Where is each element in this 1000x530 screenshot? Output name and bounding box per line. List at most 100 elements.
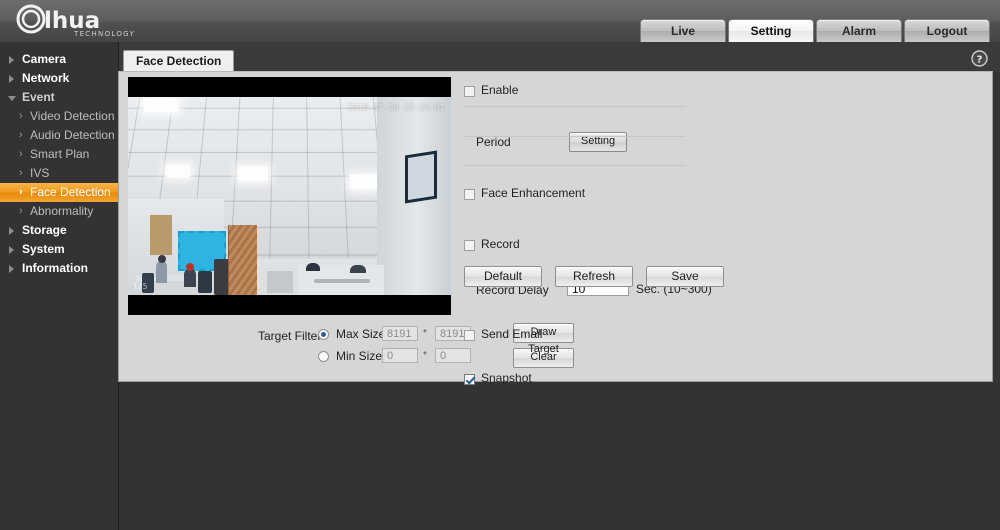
record-label: Record (481, 237, 520, 251)
triangle-right-icon (9, 246, 14, 254)
face-enhancement-label: Face Enhancement (481, 186, 586, 200)
sidebar-label-information: Information (22, 261, 88, 275)
max-size-width-input[interactable]: 8191 (382, 326, 418, 341)
default-button[interactable]: Default (464, 266, 542, 287)
checkbox-enable[interactable] (464, 86, 475, 97)
snapshot-label: Snapshot (481, 371, 532, 385)
person-head (158, 255, 166, 263)
record-row: Record (464, 236, 984, 258)
max-size-label: Max Size (336, 327, 386, 341)
chevron-right-icon: › (19, 167, 23, 179)
person-seated (156, 261, 167, 283)
sidebar-item-network[interactable]: Network (0, 69, 118, 88)
sidebar-label-storage: Storage (22, 223, 67, 237)
action-buttons: Default Refresh Save (464, 266, 724, 287)
person-head (186, 263, 194, 271)
chair (198, 271, 212, 293)
radio-min-size[interactable] (318, 351, 329, 362)
content-panel: 2018-07-30 15:24:01 1/5 Target Filter Ma… (118, 71, 993, 385)
chevron-right-icon: › (19, 129, 23, 141)
sidebar-label-network: Network (22, 71, 70, 85)
sidebar-item-ivs[interactable]: › IVS (0, 164, 118, 183)
sidebar-label-smart-plan: Smart Plan (30, 147, 90, 161)
triangle-right-icon (9, 75, 14, 83)
cabinet (150, 215, 172, 255)
chevron-right-icon: › (19, 186, 23, 198)
divider (464, 136, 686, 137)
top-nav: Live Setting Alarm Logout (640, 19, 990, 42)
tab-face-detection[interactable]: Face Detection (123, 50, 235, 72)
sidebar-label-event: Event (22, 90, 55, 104)
content-tabs: Face Detection (118, 50, 1000, 72)
face-enhancement-row: Face Enhancement (464, 185, 984, 207)
ceiling-lamp (350, 175, 380, 189)
radio-max-size[interactable] (318, 329, 329, 340)
sidebar-item-information[interactable]: Information (0, 259, 118, 278)
video-scene (128, 97, 451, 295)
snapshot-row: Snapshot (464, 370, 984, 392)
app-header: lhua TECHNOLOGY Live Setting Alarm Logou… (0, 0, 1000, 43)
face-detection-settings: Enable Period Setting Face Enhancement R… (464, 78, 984, 385)
sidebar-item-system[interactable]: System (0, 240, 118, 259)
sidebar-item-abnormality[interactable]: › Abnormality (0, 202, 118, 221)
svg-text:TECHNOLOGY: TECHNOLOGY (73, 30, 135, 38)
checkbox-record[interactable] (464, 240, 475, 251)
divider (464, 165, 686, 166)
wooden-panel (228, 225, 257, 295)
sidebar-label-audio-detection: Audio Detection (30, 128, 115, 142)
checkbox-send-email[interactable] (464, 330, 475, 341)
save-button[interactable]: Save (646, 266, 724, 287)
sidebar-label-camera: Camera (22, 52, 67, 66)
checkbox-face-enhancement[interactable] (464, 189, 475, 200)
ceiling-lamp (144, 99, 178, 112)
period-label: Period (476, 135, 511, 149)
sidebar-item-face-detection[interactable]: › Face Detection (0, 183, 118, 202)
triangle-right-icon (9, 265, 14, 273)
sidebar-label-face-detection: Face Detection (30, 185, 111, 199)
max-size-separator: * (423, 328, 427, 339)
nav-logout[interactable]: Logout (904, 19, 990, 42)
min-size-separator: * (423, 350, 427, 361)
app-root: lhua TECHNOLOGY Live Setting Alarm Logou… (0, 0, 1000, 530)
object (350, 265, 366, 273)
sidebar-item-event[interactable]: Event (0, 88, 118, 107)
period-setting-button[interactable]: Setting (569, 132, 627, 152)
osd-timestamp: 2018-07-30 15:24:01 (347, 103, 445, 112)
chevron-right-icon: › (19, 205, 23, 217)
sidebar-item-camera[interactable]: Camera (0, 50, 118, 69)
divider (464, 106, 686, 107)
rail (314, 279, 370, 283)
sidebar-label-ivs: IVS (30, 166, 50, 180)
osd-corner-label: 1/5 (133, 282, 148, 291)
enable-label: Enable (481, 83, 519, 97)
ceiling-lamp (166, 165, 190, 177)
send-email-row: Send Email (464, 326, 984, 348)
sidebar-item-storage[interactable]: Storage (0, 221, 118, 240)
triangle-right-icon (9, 56, 14, 64)
nav-setting[interactable]: Setting (728, 19, 814, 42)
sidebar-label-system: System (22, 242, 65, 256)
min-size-label: Min Size (336, 349, 383, 363)
send-email-label: Send Email (481, 327, 543, 341)
nav-alarm[interactable]: Alarm (816, 19, 902, 42)
target-filter-label: Target Filter (258, 329, 322, 343)
sidebar-label-video-detection: Video Detection (30, 109, 115, 123)
object (306, 263, 320, 271)
video-preview[interactable]: 2018-07-30 15:24:01 1/5 (128, 77, 451, 315)
refresh-button[interactable]: Refresh (555, 266, 633, 287)
person-seated (184, 269, 196, 287)
checkbox-snapshot[interactable] (464, 374, 475, 385)
sidebar-item-audio-detection[interactable]: › Audio Detection (0, 126, 118, 145)
sidebar-label-abnormality: Abnormality (30, 204, 94, 218)
triangle-right-icon (9, 227, 14, 235)
sidebar: Camera Network Event › Video Detection ›… (0, 42, 119, 530)
chevron-right-icon: › (19, 148, 23, 160)
dahua-logo: lhua TECHNOLOGY (14, 4, 184, 38)
chevron-right-icon: › (19, 110, 23, 122)
sidebar-item-smart-plan[interactable]: › Smart Plan (0, 145, 118, 164)
enable-row: Enable (464, 82, 984, 104)
sidebar-item-video-detection[interactable]: › Video Detection (0, 107, 118, 126)
nav-live[interactable]: Live (640, 19, 726, 42)
min-size-width-input[interactable]: 0 (382, 348, 418, 363)
triangle-down-icon (8, 96, 16, 101)
